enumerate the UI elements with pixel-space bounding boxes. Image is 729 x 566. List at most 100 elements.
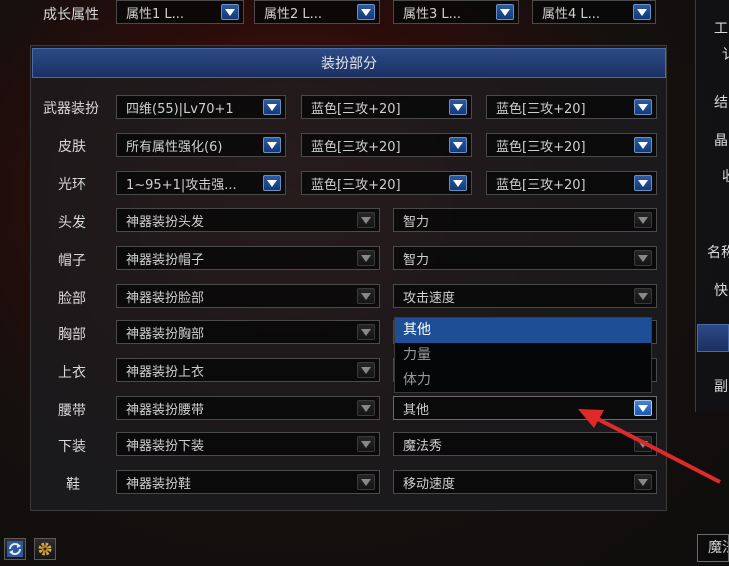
row-label-hat: 帽子 xyxy=(58,253,86,269)
right-label-2: 讠 xyxy=(722,44,729,64)
row-label-face: 脸部 xyxy=(58,291,86,307)
belt-select[interactable]: 神器装扮腰带 xyxy=(116,396,380,420)
refresh-button[interactable] xyxy=(4,538,26,560)
right-label-7: 快 xyxy=(714,283,728,299)
row-label-shoes: 鞋 xyxy=(66,477,80,493)
growth-select-2-value: 属性2 L... xyxy=(264,6,323,22)
hat-select[interactable]: 神器装扮帽子 xyxy=(116,246,380,270)
top-select[interactable]: 神器装扮上衣 xyxy=(116,358,380,382)
chevron-down-icon xyxy=(449,175,467,191)
select-value: 神器装扮帽子 xyxy=(126,252,205,268)
select-value: 蓝色[三攻+20] xyxy=(496,101,586,117)
chevron-down-icon xyxy=(357,4,375,20)
select-value: 蓝色[三攻+20] xyxy=(311,101,401,117)
growth-select-1[interactable]: 属性1 L... xyxy=(116,0,244,24)
shoes-select[interactable]: 神器装扮鞋 xyxy=(116,470,380,494)
face-attr-select[interactable]: 攻击速度 xyxy=(393,284,657,308)
growth-select-4-value: 属性4 L... xyxy=(542,6,601,22)
hat-attr-select[interactable]: 智力 xyxy=(393,246,657,270)
attribute-dropdown-list: 其他 力量 体力 xyxy=(394,317,652,393)
select-value: 所有属性强化(6) xyxy=(126,139,223,155)
select-value: 蓝色[三攻+20] xyxy=(496,177,586,193)
hair-select[interactable]: 神器装扮头发 xyxy=(116,208,380,232)
right-label-3: 结 xyxy=(714,95,728,111)
row-label-belt: 腰带 xyxy=(58,403,86,419)
row-label-weapon: 武器装扮 xyxy=(43,101,99,117)
row-label-top: 上衣 xyxy=(58,365,86,381)
aura-emblem-2-select[interactable]: 蓝色[三攻+20] xyxy=(486,171,657,195)
dropdown-option-strength[interactable]: 力量 xyxy=(395,343,651,368)
chevron-down-icon xyxy=(357,436,375,452)
chevron-down-icon xyxy=(357,288,375,304)
select-value: 神器装扮上衣 xyxy=(126,364,205,380)
chest-select[interactable]: 神器装扮胸部 xyxy=(116,320,380,344)
select-value: 神器装扮胸部 xyxy=(126,326,205,342)
select-value: 蓝色[三攻+20] xyxy=(311,139,401,155)
right-label-6: 名称 xyxy=(707,245,729,261)
chevron-down-icon xyxy=(449,99,467,115)
select-value: 神器装扮头发 xyxy=(126,214,205,230)
chevron-down-icon xyxy=(221,4,239,20)
select-value: 神器装扮脸部 xyxy=(126,290,205,306)
weapon-emblem-2-select[interactable]: 蓝色[三攻+20] xyxy=(486,95,657,119)
settings-button[interactable] xyxy=(34,538,56,560)
select-value: 神器装扮下装 xyxy=(126,438,205,454)
chevron-down-icon xyxy=(634,212,652,228)
chevron-down-icon xyxy=(357,324,375,340)
row-label-chest: 胸部 xyxy=(58,327,86,343)
select-value: 1~95+1|攻击强... xyxy=(126,177,237,193)
row-label-skin: 皮肤 xyxy=(58,139,86,155)
growth-label: 成长属性 xyxy=(43,7,99,23)
chevron-down-icon xyxy=(634,99,652,115)
growth-select-4[interactable]: 属性4 L... xyxy=(532,0,656,24)
chevron-down-icon xyxy=(633,4,651,20)
weapon-emblem-1-select[interactable]: 蓝色[三攻+20] xyxy=(301,95,472,119)
chevron-down-icon xyxy=(634,175,652,191)
weapon-costume-select[interactable]: 四维(55)|Lv70+1 xyxy=(116,95,286,119)
select-value: 神器装扮腰带 xyxy=(126,402,205,418)
select-value: 四维(55)|Lv70+1 xyxy=(126,101,234,117)
dropdown-option-other[interactable]: 其他 xyxy=(395,318,651,343)
chevron-down-icon xyxy=(263,137,281,153)
gear-icon xyxy=(38,542,52,556)
select-value: 蓝色[三攻+20] xyxy=(311,177,401,193)
hair-attr-select[interactable]: 智力 xyxy=(393,208,657,232)
chevron-down-icon xyxy=(263,175,281,191)
right-label-5: 收 xyxy=(722,166,729,186)
skin-select[interactable]: 所有属性强化(6) xyxy=(116,133,286,157)
right-label-1: 工 xyxy=(714,21,728,37)
growth-select-1-value: 属性1 L... xyxy=(126,6,185,22)
chevron-down-icon xyxy=(357,400,375,416)
chevron-down-icon xyxy=(357,474,375,490)
bottom-right-button[interactable]: 魔法 xyxy=(697,534,729,562)
dropdown-option-stamina[interactable]: 体力 xyxy=(395,368,651,393)
chevron-down-icon xyxy=(634,288,652,304)
aura-select[interactable]: 1~95+1|攻击强... xyxy=(116,171,286,195)
select-value: 攻击速度 xyxy=(403,290,456,306)
select-value: 智力 xyxy=(403,252,430,268)
right-label-8: 副 xyxy=(714,379,728,395)
select-value: 神器装扮鞋 xyxy=(126,476,192,492)
skin-emblem-2-select[interactable]: 蓝色[三攻+20] xyxy=(486,133,657,157)
refresh-icon xyxy=(7,541,23,557)
row-label-aura: 光环 xyxy=(58,177,86,193)
chevron-down-icon xyxy=(449,137,467,153)
section-title: 装扮部分 xyxy=(321,56,377,72)
growth-select-3[interactable]: 属性3 L... xyxy=(393,0,519,24)
face-select[interactable]: 神器装扮脸部 xyxy=(116,284,380,308)
growth-select-3-value: 属性3 L... xyxy=(403,6,462,22)
aura-emblem-1-select[interactable]: 蓝色[三攻+20] xyxy=(301,171,472,195)
skin-emblem-1-select[interactable]: 蓝色[三攻+20] xyxy=(301,133,472,157)
chevron-down-icon xyxy=(357,362,375,378)
chevron-down-icon xyxy=(357,212,375,228)
right-label-4: 晶 xyxy=(714,133,728,149)
select-value: 智力 xyxy=(403,214,430,230)
chevron-down-icon xyxy=(496,4,514,20)
row-label-hair: 头发 xyxy=(58,215,86,231)
growth-select-2[interactable]: 属性2 L... xyxy=(254,0,380,24)
bottom-select[interactable]: 神器装扮下装 xyxy=(116,432,380,456)
chevron-down-icon xyxy=(263,99,281,115)
chevron-down-icon xyxy=(634,250,652,266)
row-label-bottom: 下装 xyxy=(58,439,86,455)
section-header: 装扮部分 xyxy=(32,48,666,78)
